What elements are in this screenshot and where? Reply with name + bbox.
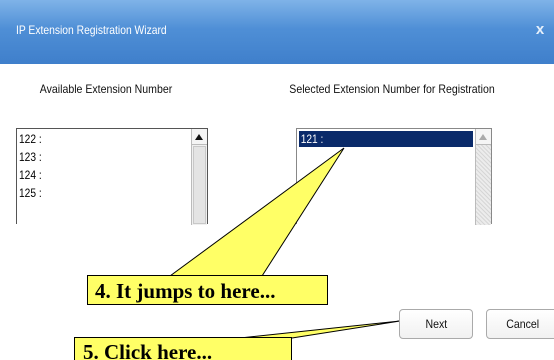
step5-callout: 5. Click here... bbox=[74, 337, 292, 360]
cancel-button[interactable]: Cancel bbox=[486, 309, 554, 339]
selected-list-item[interactable]: 121 : bbox=[299, 131, 473, 147]
wizard-titlebar: IP Extension Registration Wizard x bbox=[0, 0, 554, 64]
scroll-thumb[interactable] bbox=[193, 146, 206, 224]
next-button-label: Next bbox=[425, 317, 447, 331]
selected-list-scrollbar[interactable] bbox=[475, 129, 491, 225]
list-item[interactable]: 122 : bbox=[19, 131, 42, 147]
list-item[interactable]: 123 : bbox=[19, 149, 42, 165]
available-extensions-list[interactable]: 122 : 123 : 124 : 125 : bbox=[16, 128, 208, 225]
window-title: IP Extension Registration Wizard bbox=[16, 23, 167, 37]
next-button[interactable]: Next bbox=[399, 309, 473, 339]
step4-callout: 4. It jumps to here... bbox=[87, 275, 328, 305]
scroll-up-arrow-icon[interactable] bbox=[192, 129, 207, 145]
list-item[interactable]: 124 : bbox=[19, 167, 42, 183]
available-list-scrollbar[interactable] bbox=[191, 129, 207, 225]
list-item[interactable]: 125 : bbox=[19, 185, 42, 201]
step5-callout-pointer bbox=[239, 320, 401, 339]
selected-extensions-heading: Selected Extension Number for Registrati… bbox=[289, 82, 495, 96]
selected-extensions-list[interactable]: 121 : bbox=[296, 128, 492, 225]
scroll-up-arrow-icon[interactable] bbox=[476, 129, 491, 145]
close-icon[interactable]: x bbox=[533, 22, 547, 38]
available-extensions-heading: Available Extension Number bbox=[39, 82, 173, 96]
selected-item-label: 121 : bbox=[300, 132, 324, 146]
cancel-button-label: Cancel bbox=[506, 317, 540, 331]
